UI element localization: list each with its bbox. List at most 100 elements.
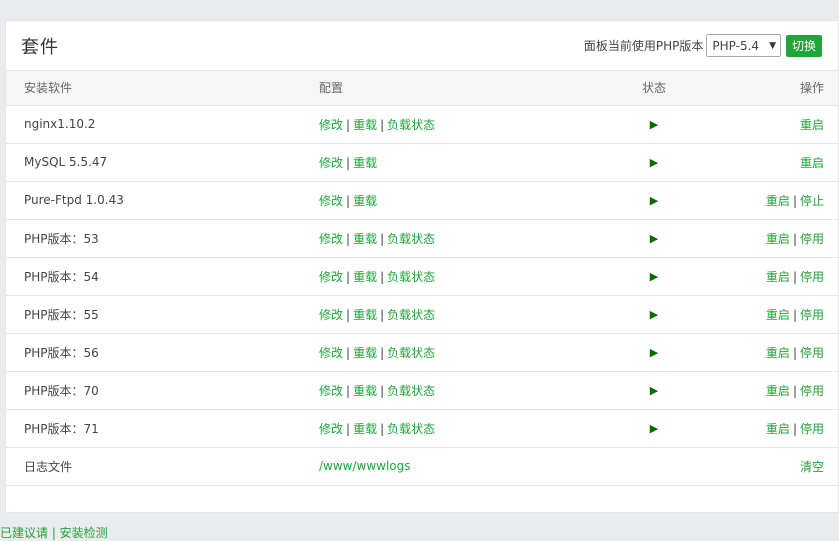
separator: |: [346, 383, 351, 398]
config-link[interactable]: 修改: [319, 308, 343, 322]
separator: |: [380, 383, 385, 398]
operation-link[interactable]: 停止: [800, 194, 824, 208]
status-cell: ▶: [619, 371, 689, 410]
config-link[interactable]: 负载状态: [387, 384, 435, 398]
status-cell: ▶: [619, 257, 689, 296]
operation-link[interactable]: 停用: [800, 232, 824, 246]
software-name: PHP版本：56: [6, 333, 319, 372]
play-icon: ▶: [649, 194, 659, 207]
log-ops-cell: 清空: [689, 447, 838, 486]
status-cell: ▶: [619, 181, 689, 220]
config-link[interactable]: 重载: [353, 232, 377, 246]
table-row: PHP版本：56 修改 | 重载 | 负载状态 ▶ 重启 | 停用: [6, 333, 838, 372]
config-actions: 修改 | 重载 | 负载状态: [319, 409, 619, 448]
operation-link[interactable]: 重启: [766, 422, 790, 436]
separator: |: [792, 421, 797, 436]
php-version-switcher: 面板当前使用PHP版本 PHP-5.4 ▼ 切换: [584, 34, 822, 57]
status-cell: ▶: [619, 219, 689, 258]
separator: |: [346, 231, 351, 246]
separator: |: [346, 421, 351, 436]
separator: |: [380, 345, 385, 360]
operation-link[interactable]: 停用: [800, 270, 824, 284]
col-ops-header: 操作: [689, 71, 838, 106]
config-link[interactable]: 负载状态: [387, 232, 435, 246]
config-actions: 修改 | 重载: [319, 181, 619, 220]
operation-link[interactable]: 重启: [800, 156, 824, 170]
php-version-selected: PHP-5.4: [712, 38, 760, 53]
software-name: PHP版本：53: [6, 219, 319, 258]
operation-link[interactable]: 重启: [766, 270, 790, 284]
separator: |: [346, 193, 351, 208]
config-link[interactable]: 负载状态: [387, 422, 435, 436]
config-link[interactable]: 负载状态: [387, 346, 435, 360]
operation-actions: 重启: [689, 105, 838, 144]
separator: |: [792, 193, 797, 208]
config-link[interactable]: 重载: [353, 270, 377, 284]
separator: |: [792, 269, 797, 284]
operation-link[interactable]: 停用: [800, 384, 824, 398]
config-link[interactable]: 负载状态: [387, 308, 435, 322]
play-icon: ▶: [649, 156, 659, 169]
operation-link[interactable]: 停用: [800, 346, 824, 360]
software-table: 安装软件 配置 状态 操作 nginx1.10.2 修改 | 重载 | 负载状态 ▶ 重启 My…: [6, 71, 838, 486]
log-row: 日志文件/www/wwwlogs 清空: [6, 447, 838, 486]
config-link[interactable]: 修改: [319, 194, 343, 208]
config-link[interactable]: 重载: [353, 346, 377, 360]
table-row: Pure-Ftpd 1.0.43 修改 | 重载 ▶ 重启 | 停止: [6, 181, 838, 220]
operation-link[interactable]: 重启: [766, 194, 790, 208]
operation-link[interactable]: 重启: [766, 232, 790, 246]
software-panel: 套件 面板当前使用PHP版本 PHP-5.4 ▼ 切换 安装软件 配置 状态 操…: [5, 20, 839, 513]
operation-actions: 重启 | 停用: [689, 371, 838, 410]
config-link[interactable]: 重载: [353, 156, 377, 170]
play-icon: ▶: [649, 422, 659, 435]
log-name: 日志文件: [6, 447, 319, 486]
operation-link[interactable]: 重启: [766, 308, 790, 322]
status-cell: ▶: [619, 295, 689, 334]
separator: |: [380, 421, 385, 436]
log-path-link[interactable]: /www/wwwlogs: [319, 459, 411, 473]
status-cell: ▶: [619, 409, 689, 448]
switch-button[interactable]: 切换: [785, 34, 822, 57]
config-link[interactable]: 重载: [353, 384, 377, 398]
col-name-header: 安装软件: [6, 71, 319, 106]
operation-link[interactable]: 停用: [800, 422, 824, 436]
software-name: Pure-Ftpd 1.0.43: [6, 181, 319, 220]
config-link[interactable]: 修改: [319, 422, 343, 436]
separator: |: [380, 307, 385, 322]
config-actions: 修改 | 重载 | 负载状态: [319, 295, 619, 334]
config-link[interactable]: 重载: [353, 308, 377, 322]
config-link[interactable]: 修改: [319, 384, 343, 398]
play-icon: ▶: [649, 384, 659, 397]
separator: |: [346, 345, 351, 360]
config-link[interactable]: 负载状态: [387, 118, 435, 132]
config-link[interactable]: 修改: [319, 118, 343, 132]
operation-link[interactable]: 重启: [766, 384, 790, 398]
separator: |: [792, 345, 797, 360]
config-link[interactable]: 重载: [353, 118, 377, 132]
panel-header: 套件 面板当前使用PHP版本 PHP-5.4 ▼ 切换: [6, 21, 838, 71]
config-actions: 修改 | 重载 | 负载状态: [319, 257, 619, 296]
separator: |: [380, 269, 385, 284]
config-link[interactable]: 负载状态: [387, 270, 435, 284]
operation-link[interactable]: 停用: [800, 308, 824, 322]
software-name: MySQL 5.5.47: [6, 143, 319, 182]
bottom-link[interactable]: 已建议请 | 安装检测: [0, 524, 108, 541]
software-name: PHP版本：54: [6, 257, 319, 296]
operation-link[interactable]: 重启: [766, 346, 790, 360]
config-link[interactable]: 修改: [319, 232, 343, 246]
config-link[interactable]: 修改: [319, 270, 343, 284]
config-link[interactable]: 修改: [319, 346, 343, 360]
clear-logs-link[interactable]: 清空: [800, 460, 824, 474]
config-link[interactable]: 重载: [353, 422, 377, 436]
php-version-select[interactable]: PHP-5.4 ▼: [706, 34, 781, 57]
separator: |: [380, 117, 385, 132]
operation-actions: 重启 | 停用: [689, 333, 838, 372]
table-row: MySQL 5.5.47 修改 | 重载 ▶ 重启: [6, 143, 838, 182]
operation-link[interactable]: 重启: [800, 118, 824, 132]
config-actions: 修改 | 重载 | 负载状态: [319, 371, 619, 410]
separator: |: [346, 307, 351, 322]
separator: |: [792, 383, 797, 398]
config-link[interactable]: 修改: [319, 156, 343, 170]
play-icon: ▶: [649, 270, 659, 283]
config-link[interactable]: 重载: [353, 194, 377, 208]
